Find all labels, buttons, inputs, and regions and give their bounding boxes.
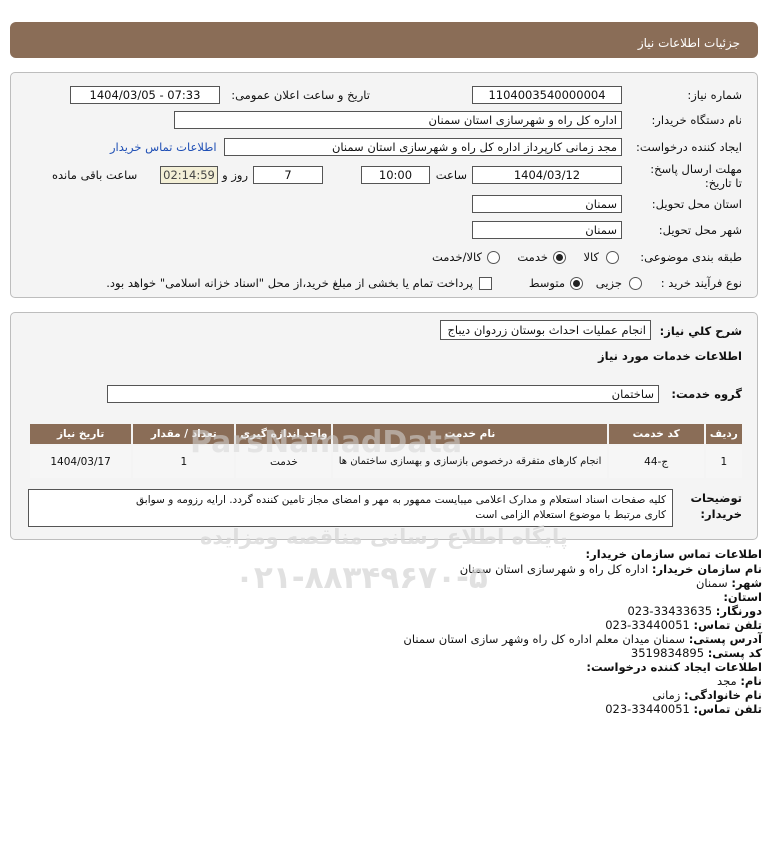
city-label: شهر محل تحویل:: [658, 223, 742, 237]
deadline-date-field[interactable]: 1404/03/12: [472, 166, 622, 184]
deadline-label: مهلت ارسال پاسخ: تا تاریخ:: [650, 162, 742, 190]
process-label: نوع فرآیند خرید :: [660, 276, 742, 290]
need-number-field[interactable]: 1104003540000004: [472, 86, 622, 104]
creator-last-name-line: نام خانوادگی: زمانی: [652, 688, 762, 702]
org-postal-line: کد پستی: 3519834895: [630, 646, 762, 660]
summary-label: شرح کلي نياز:: [659, 324, 742, 338]
process-option-minor: جزیی: [595, 276, 622, 290]
org-fax-line: دورنگار: 023-33433635: [627, 604, 762, 618]
remaining-time-field: 02:14:59: [160, 166, 218, 184]
org-city-line: شهر: سمنان: [695, 576, 762, 590]
category-radio-goods[interactable]: [606, 251, 619, 264]
page-title: جزئیات اطلاعات نیاز: [637, 36, 740, 50]
announce-label: تاریخ و ساعت اعلان عمومی:: [231, 88, 370, 102]
service-group-label: گروه خدمت:: [671, 387, 742, 401]
buyer-field[interactable]: اداره کل راه و شهرسازی استان سمنان: [174, 111, 622, 129]
col-code: کد خدمت: [608, 424, 704, 444]
buyer-contact-link[interactable]: اطلاعات تماس خریدار: [110, 138, 217, 156]
deadline-time-field[interactable]: 10:00: [361, 166, 430, 184]
org-address-line: آدرس پستی: سمنان میدان معلم اداره کل راه…: [403, 632, 762, 646]
treasury-payment-checkbox[interactable]: [479, 277, 492, 290]
days-field[interactable]: 7: [253, 166, 323, 184]
services-title: اطلاعات خدمات مورد نیاز: [598, 349, 742, 363]
col-row: ردیف: [705, 424, 742, 444]
city-field[interactable]: سمنان: [472, 221, 622, 239]
service-group-field[interactable]: ساختمان: [107, 385, 659, 403]
creator-contact-title: اطلاعات ایجاد کننده درخواست:: [586, 660, 762, 674]
province-label: استان محل تحویل:: [651, 197, 742, 211]
days-label: روز و: [222, 168, 248, 182]
services-table: ردیف کد خدمت نام خدمت واحد اندازه گیری ت…: [28, 422, 744, 480]
buyer-notes-line-1: کلیه صفحات اسناد استعلام و مدارک اعلامی …: [136, 494, 666, 506]
col-unit: واحد اندازه گیری: [236, 424, 332, 444]
process-option-medium: متوسط: [528, 276, 565, 290]
org-phone-line: تلفن تماس: 023-33440051: [605, 618, 762, 632]
remaining-label: ساعت باقی مانده: [52, 168, 138, 182]
col-qty: تعداد / مقدار: [133, 424, 235, 444]
process-radio-medium[interactable]: [570, 277, 583, 290]
category-option-goods-service: کالا/خدمت: [431, 250, 482, 264]
summary-field[interactable]: انجام عملیات احداث بوستان زردوان دیباج: [440, 320, 651, 340]
creator-first-name-line: نام: مجد: [717, 674, 762, 688]
org-name-line: نام سازمان خریدار: اداره کل راه و شهرساز…: [459, 562, 762, 576]
category-option-goods: کالا: [583, 250, 599, 264]
watermark-phone: ۰۲۱-۸۸۳۴۹۶۷۰-۵: [235, 560, 488, 596]
cell-date: 1404/03/17: [30, 446, 132, 478]
buyer-notes-box: کلیه صفحات اسناد استعلام و مدارک اعلامی …: [28, 489, 673, 527]
cell-unit: خدمت: [236, 446, 332, 478]
page-header: جزئیات اطلاعات نیاز: [10, 22, 758, 58]
province-field[interactable]: سمنان: [472, 195, 622, 213]
category-label: طبقه بندی موضوعی:: [640, 250, 742, 264]
cell-row: 1: [705, 446, 742, 478]
category-option-service: خدمت: [517, 250, 548, 264]
org-contact-title: اطلاعات تماس سازمان خریدار:: [585, 547, 762, 561]
buyer-label: نام دستگاه خریدار:: [651, 113, 742, 127]
col-name: نام خدمت: [333, 424, 607, 444]
process-radio-minor[interactable]: [629, 277, 642, 290]
buyer-notes-label: توضیحات خریدار:: [690, 491, 743, 521]
cell-qty: 1: [133, 446, 235, 478]
cell-name: انجام کارهای متفرقه درخصوص بازسازی و بهس…: [333, 446, 607, 478]
cell-code: ج-44: [608, 446, 704, 478]
treasury-payment-note: پرداخت تمام یا بخشی از مبلغ خرید،از محل …: [106, 276, 473, 290]
need-number-label: شماره نیاز:: [687, 88, 742, 102]
category-radio-goods-service[interactable]: [487, 251, 500, 264]
col-date: تاریخ نیاز: [30, 424, 132, 444]
table-header-row: ردیف کد خدمت نام خدمت واحد اندازه گیری ت…: [30, 424, 742, 444]
buyer-notes-line-2: کاری مرتبط با موضوع استعلام الزامی است: [475, 509, 666, 521]
table-row[interactable]: 1 ج-44 انجام کارهای متفرقه درخصوص بازساز…: [30, 446, 742, 478]
creator-phone-line: تلفن تماس: 023-33440051: [605, 702, 762, 716]
category-radio-service[interactable]: [553, 251, 566, 264]
creator-label: ایجاد کننده درخواست:: [636, 140, 742, 154]
creator-field[interactable]: مجد زمانی کارپرداز اداره کل راه و شهرساز…: [224, 138, 622, 156]
deadline-hour-label: ساعت: [435, 168, 467, 182]
org-province-line: استان:: [723, 590, 762, 604]
announce-field[interactable]: 1404/03/05 - 07:33: [70, 86, 220, 104]
